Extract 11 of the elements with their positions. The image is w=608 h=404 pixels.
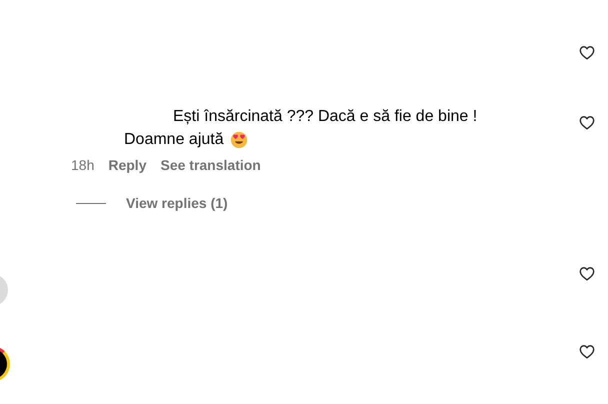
comment-text: Ești însărcinată ??? Dacă e să fie de bine ! xyxy=(173,108,478,126)
like-button[interactable] xyxy=(579,344,595,359)
like-button[interactable] xyxy=(579,266,595,281)
heart-eyes-emoji-icon xyxy=(230,130,248,149)
view-replies-link[interactable]: View replies (1) xyxy=(126,195,228,212)
like-button[interactable] xyxy=(579,45,595,60)
comment-time: 18h xyxy=(71,157,94,174)
like-button[interactable] xyxy=(579,115,595,130)
comment-text: Doamne ajută xyxy=(124,130,224,150)
see-translation-link[interactable]: See translation xyxy=(160,157,261,174)
reply-link[interactable]: Reply xyxy=(108,157,146,174)
